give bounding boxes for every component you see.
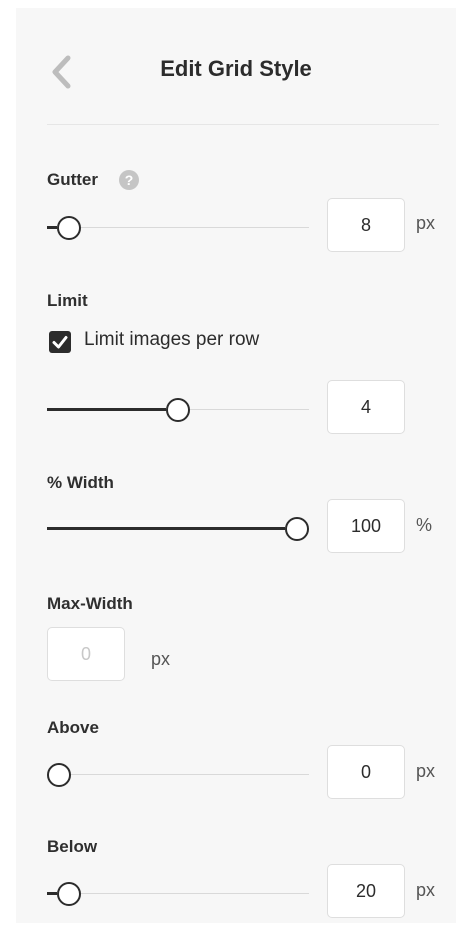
max-width-input[interactable]: 0 (47, 627, 125, 681)
above-unit: px (416, 761, 436, 781)
header-divider (47, 124, 439, 125)
slider-thumb[interactable] (47, 763, 71, 787)
gutter-label: Gutter (47, 170, 98, 189)
gutter-slider[interactable] (47, 213, 309, 243)
page-title: Edit Grid Style (160, 56, 312, 81)
slider-thumb[interactable] (285, 517, 309, 541)
max-width-label: Max-Width (47, 594, 133, 613)
slider-fill (47, 408, 166, 411)
panel-header: Edit Grid Style (16, 8, 456, 126)
slider-thumb[interactable] (56, 882, 81, 906)
above-slider[interactable] (47, 760, 309, 790)
above-value-input[interactable]: 0 (327, 745, 405, 799)
slider-track (47, 774, 309, 775)
below-slider[interactable] (47, 879, 309, 909)
question-icon[interactable]: ? (119, 170, 139, 190)
slider-fill (47, 226, 57, 229)
limit-images-checkbox[interactable] (49, 331, 71, 353)
edit-grid-style-panel: Edit Grid Style Gutter ? 8 px Limit Limi… (16, 8, 456, 923)
slider-track (47, 893, 309, 894)
below-value-input[interactable]: 20 (327, 864, 405, 918)
width-slider[interactable] (47, 514, 309, 544)
limit-label: Limit (47, 291, 88, 310)
width-unit: % (416, 515, 433, 535)
below-unit: px (416, 880, 436, 900)
slider-thumb[interactable] (56, 216, 81, 240)
below-label: Below (47, 837, 98, 856)
gutter-value-input[interactable]: 8 (327, 198, 405, 252)
width-value-input[interactable]: 100 (327, 499, 405, 553)
limit-value-input[interactable]: 4 (327, 380, 405, 434)
slider-fill (47, 527, 285, 530)
max-width-unit: px (151, 649, 171, 669)
limit-images-checkbox-label[interactable]: Limit images per row (84, 329, 259, 351)
slider-track (47, 227, 309, 228)
above-label: Above (47, 718, 99, 737)
limit-slider[interactable] (47, 395, 309, 425)
gutter-unit: px (416, 213, 436, 233)
checkmark-icon (52, 336, 68, 349)
slider-fill (47, 892, 57, 895)
width-label: % Width (47, 473, 114, 492)
slider-thumb[interactable] (166, 398, 190, 422)
